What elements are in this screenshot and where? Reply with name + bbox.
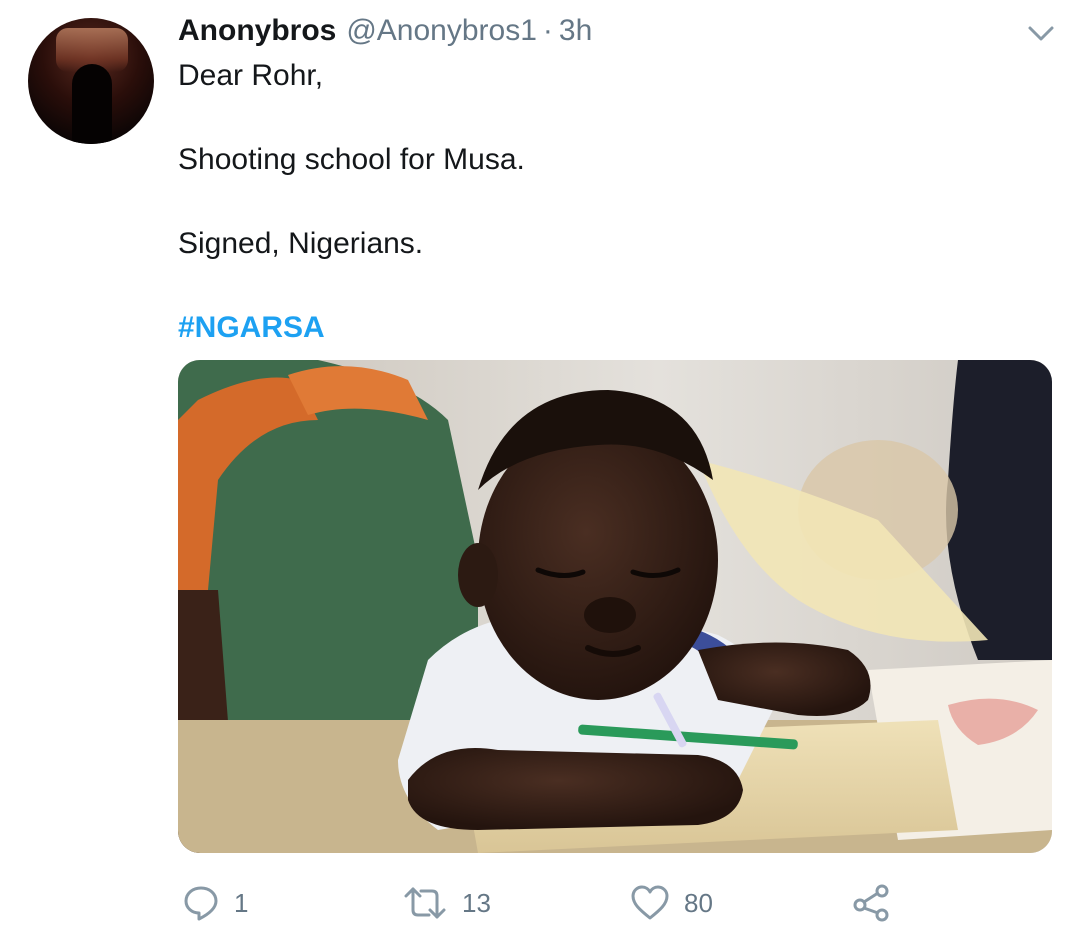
share-icon <box>853 884 889 922</box>
retweet-button[interactable]: 13 <box>402 878 491 928</box>
retweet-count: 13 <box>462 887 491 918</box>
tweet-line-signature: Signed, Nigerians. <box>178 227 424 260</box>
display-name[interactable]: Anonybros <box>178 14 336 48</box>
reply-button[interactable]: 1 <box>182 878 248 928</box>
separator-dot: · <box>542 14 553 47</box>
heart-icon <box>631 885 669 920</box>
photo-illustration <box>178 360 1052 853</box>
like-button[interactable]: 80 <box>630 878 713 928</box>
reply-count: 1 <box>234 887 249 918</box>
chevron-down-icon[interactable] <box>1026 22 1056 44</box>
avatar[interactable] <box>28 18 154 144</box>
tweet-header: Anonybros @Anonybros1 · 3h <box>178 14 592 52</box>
tweet-line-message: Shooting school for Musa. <box>178 143 525 176</box>
reply-icon <box>184 886 218 921</box>
timestamp[interactable]: 3h <box>559 14 592 48</box>
retweet-icon <box>404 887 446 919</box>
user-handle[interactable]: @Anonybros1 <box>346 14 537 48</box>
hashtag-link[interactable]: #NGARSA <box>178 309 325 347</box>
avatar-silhouette <box>72 64 112 144</box>
tweet-line-greeting: Dear Rohr, <box>178 59 324 92</box>
share-button[interactable] <box>852 878 892 928</box>
tweet-actions: 1 13 80 <box>0 878 1080 928</box>
tweet-photo[interactable] <box>178 360 1052 853</box>
like-count: 80 <box>684 887 713 918</box>
